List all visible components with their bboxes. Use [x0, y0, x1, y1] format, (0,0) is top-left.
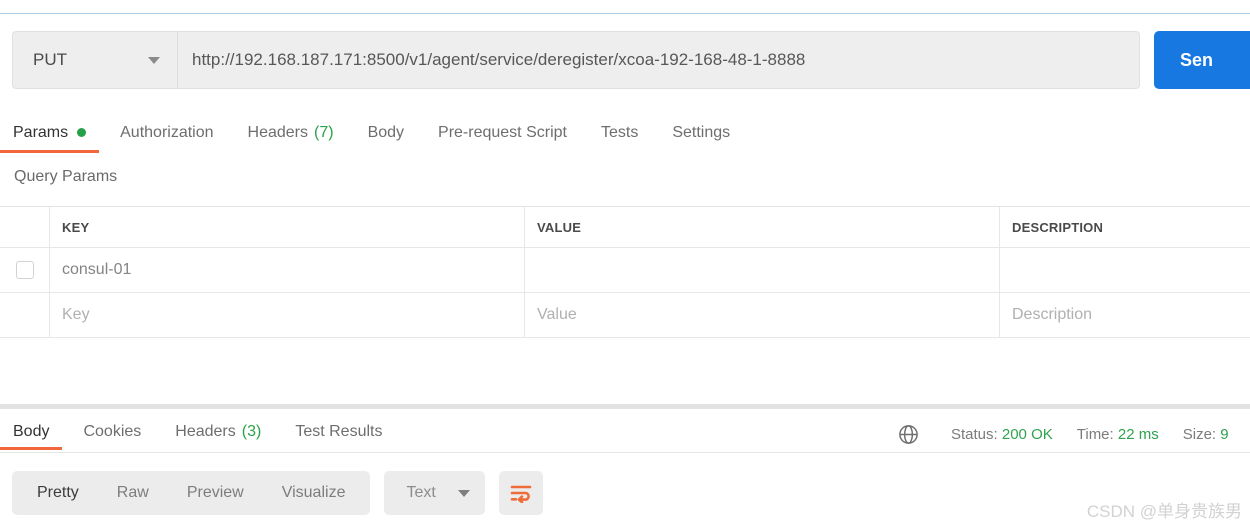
tab-tests[interactable]: Tests — [601, 112, 638, 153]
view-mode-visualize[interactable]: Visualize — [263, 471, 365, 515]
globe-icon[interactable] — [898, 424, 919, 445]
response-format-label: Text — [406, 484, 436, 501]
response-tab-test-results-label: Test Results — [295, 423, 383, 440]
tab-authorization[interactable]: Authorization — [120, 112, 213, 153]
tab-settings-label: Settings — [672, 123, 731, 141]
new-value-input[interactable]: Value — [525, 293, 1000, 337]
query-params-table: KEY VALUE DESCRIPTION consul-01 Key Valu… — [0, 206, 1250, 338]
top-divider — [0, 13, 1250, 14]
view-mode-pretty[interactable]: Pretty — [18, 471, 98, 515]
table-header-row: KEY VALUE DESCRIPTION — [0, 207, 1250, 248]
status-label: Status: — [951, 425, 998, 443]
send-button-label: Sen — [1180, 49, 1214, 70]
response-meta: Status: 200 OK Time: 22 ms Size: 9 — [890, 420, 1250, 448]
url-input[interactable]: http://192.168.187.171:8500/v1/agent/ser… — [178, 31, 1140, 89]
view-mode-raw[interactable]: Raw — [98, 471, 168, 515]
response-tab-test-results[interactable]: Test Results — [295, 414, 382, 450]
response-view-mode-group: Pretty Raw Preview Visualize — [12, 471, 371, 515]
column-header-value: VALUE — [525, 207, 1000, 247]
table-row-placeholder[interactable]: Key Value Description — [0, 293, 1250, 338]
tab-body-label: Body — [367, 123, 405, 141]
row-value-input[interactable] — [525, 248, 1000, 292]
http-method-label: PUT — [33, 50, 67, 69]
status-badge[interactable]: Status: 200 OK — [951, 426, 1053, 443]
row-checkbox-cell[interactable] — [0, 248, 50, 292]
response-toolbar: Pretty Raw Preview Visualize Text — [12, 471, 543, 515]
table-row[interactable]: consul-01 — [0, 248, 1250, 293]
size-value: 9 — [1220, 425, 1229, 443]
request-url-bar: PUT http://192.168.187.171:8500/v1/agent… — [0, 31, 1250, 89]
response-tab-cookies[interactable]: Cookies — [83, 414, 141, 450]
column-header-description: DESCRIPTION — [1012, 219, 1104, 235]
placeholder-checkbox-cell — [0, 293, 50, 337]
query-params-title: Query Params — [14, 168, 118, 185]
response-tabs-divider — [0, 452, 1250, 453]
word-wrap-button[interactable] — [498, 471, 543, 515]
response-tab-headers-label: Headers — [175, 423, 236, 440]
row-description-input[interactable] — [1000, 248, 1250, 292]
tab-params-label: Params — [13, 123, 69, 141]
tab-settings[interactable]: Settings — [672, 112, 730, 153]
url-text: http://192.168.187.171:8500/v1/agent/ser… — [192, 50, 806, 69]
active-response-tab-underline — [0, 447, 63, 450]
response-tab-headers[interactable]: Headers (3) — [175, 414, 261, 450]
response-tab-headers-count: (3) — [241, 423, 262, 440]
tab-tests-label: Tests — [600, 123, 639, 141]
tab-headers-label: Headers — [247, 123, 308, 141]
tab-authorization-label: Authorization — [120, 123, 214, 141]
size-label: Size: — [1182, 425, 1217, 443]
time-value: 22 ms — [1117, 425, 1159, 443]
tab-headers[interactable]: Headers (7) — [248, 112, 334, 153]
params-modified-dot-icon — [77, 128, 87, 137]
row-checkbox[interactable] — [15, 261, 34, 279]
send-button[interactable]: Sen — [1154, 31, 1250, 89]
chevron-down-icon — [457, 489, 470, 497]
time-badge[interactable]: Time: 22 ms — [1077, 426, 1159, 443]
request-tabs: Params Authorization Headers (7) Body Pr… — [0, 112, 1250, 155]
word-wrap-icon — [510, 485, 532, 503]
row-key-input[interactable]: consul-01 — [50, 248, 525, 292]
header-checkbox-cell — [0, 207, 50, 247]
tab-body[interactable]: Body — [368, 112, 404, 153]
tab-headers-count: (7) — [314, 123, 334, 141]
response-tab-cookies-label: Cookies — [83, 423, 142, 440]
new-description-input[interactable]: Description — [1000, 293, 1250, 337]
tab-pre-request-script-label: Pre-request Script — [438, 123, 567, 141]
new-key-input[interactable]: Key — [50, 293, 525, 337]
chevron-down-icon — [148, 56, 160, 64]
time-label: Time: — [1076, 425, 1114, 443]
response-tab-body[interactable]: Body — [0, 414, 63, 450]
response-tab-body-label: Body — [13, 423, 50, 440]
active-tab-underline — [0, 150, 100, 153]
size-badge[interactable]: Size: 9 — [1183, 426, 1229, 443]
status-value: 200 OK — [1001, 425, 1053, 443]
tab-params[interactable]: Params — [0, 112, 100, 153]
column-header-key: KEY — [50, 207, 525, 247]
pane-divider[interactable] — [0, 404, 1250, 409]
view-mode-preview[interactable]: Preview — [168, 471, 263, 515]
http-method-select[interactable]: PUT — [12, 31, 178, 89]
tab-pre-request-script[interactable]: Pre-request Script — [438, 112, 567, 153]
response-format-select[interactable]: Text — [384, 471, 485, 515]
watermark: CSDN @单身贵族男 — [1086, 502, 1242, 521]
